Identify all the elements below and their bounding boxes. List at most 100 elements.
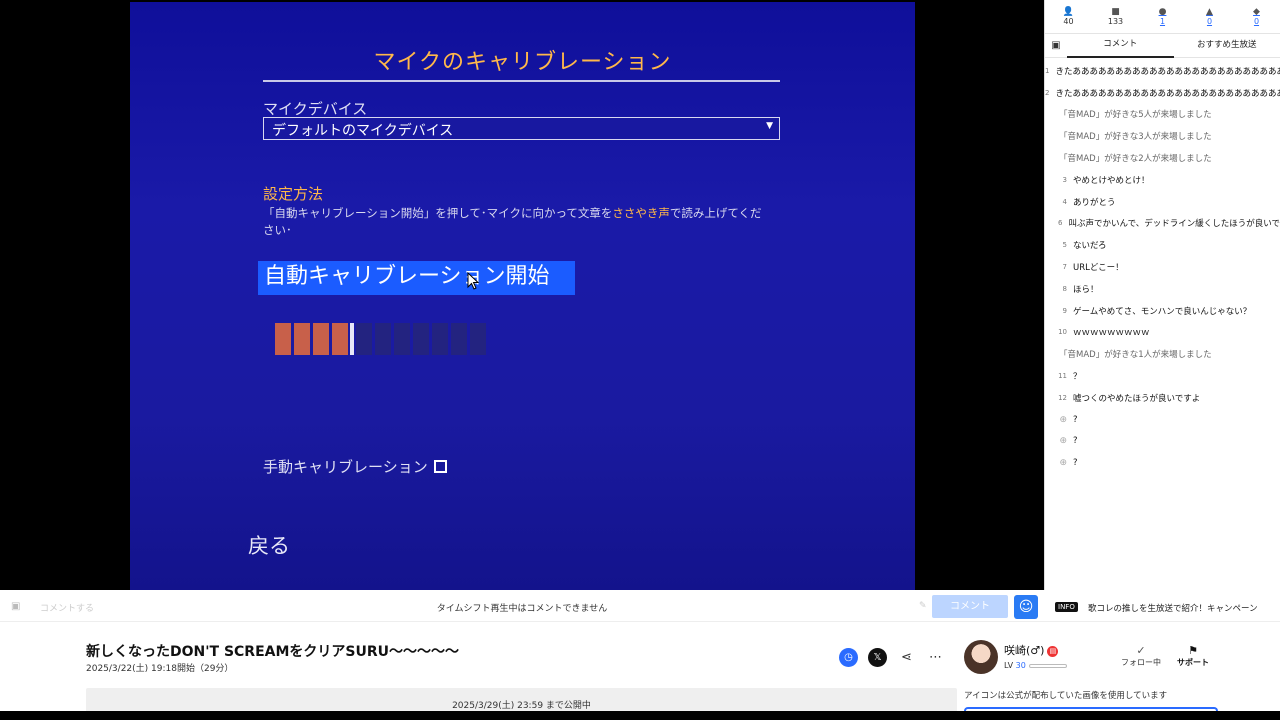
mic-device-select[interactable]: デフォルトのマイクデバイス ▼ <box>263 117 780 140</box>
support-button[interactable]: ⚑ サポート <box>1172 644 1214 668</box>
flag-icon: ⚑ <box>1188 644 1198 657</box>
chat-icon: ▣ <box>1051 40 1061 51</box>
game-screen: マイクのキャリブレーション マイクデバイス デフォルトのマイクデバイス ▼ 設定… <box>130 2 915 590</box>
comment-text: ？ <box>1073 372 1082 383</box>
system-message[interactable]: 「音MAD」が好きな3人が来場しました <box>1045 125 1280 147</box>
emoji-icon[interactable]: ☺ <box>1014 595 1038 619</box>
avatar[interactable] <box>964 640 998 674</box>
meter-segment <box>451 323 467 355</box>
comment-number: 3 <box>1062 175 1067 184</box>
comment-panel: 👤 40 ■ 133 ● 1 ▲ 0 ◆ 0 ▣ コメント おすすめ生放送 1 きたああああああああ… <box>1044 0 1280 590</box>
comment-text: ないだろ <box>1073 241 1107 252</box>
info-bar[interactable]: INFO 歌コレの推しを生放送で紹介！キャンペーン <box>1044 590 1280 622</box>
timeshift-notice: タイムシフト再生中はコメントできません <box>436 604 608 614</box>
method-desc-text: 「自動キャリブレーション開始」を押して･マイクに向かって文章を <box>263 206 613 220</box>
info-text[interactable]: 歌コレの推しを生放送で紹介！キャンペーン <box>1088 602 1258 614</box>
program-actions: ◷ 𝕏 ⋖ ⋯ <box>839 648 945 667</box>
stat-ad[interactable]: ▲ 0 <box>1186 0 1233 33</box>
user-name-text: 咲崎(♂) <box>1004 644 1045 657</box>
tab-comments[interactable]: コメント <box>1067 33 1174 58</box>
comment-list[interactable]: 1 きたあああああああああああああああああああああああああ 2 きたあああああああああ… <box>1045 58 1280 474</box>
chevron-down-icon: ▼ <box>766 121 773 131</box>
comment-text: ほら！ <box>1073 284 1099 295</box>
auto-calibration-button[interactable]: 自動キャリブレーション開始 <box>258 261 575 295</box>
follow-button[interactable]: ✓ フォロー中 <box>1119 644 1163 668</box>
comment-row[interactable]: 5 ないだろ <box>1045 234 1280 256</box>
meter-segment <box>470 323 486 355</box>
more-icon[interactable]: ⋯ <box>926 648 945 667</box>
manual-calibration-label: 手動キャリブレーション <box>263 458 428 476</box>
comment-number: 12 <box>1058 393 1067 402</box>
back-button[interactable]: 戻る <box>248 530 290 560</box>
comment-row[interactable]: 8 ほら！ <box>1045 278 1280 300</box>
share-icon[interactable]: ⋖ <box>897 648 916 667</box>
method-desc-highlight: ささやき声 <box>612 206 670 220</box>
meter-segment <box>394 323 410 355</box>
meter-segment <box>275 323 291 355</box>
manual-calibration-checkbox[interactable] <box>433 460 447 473</box>
comment-row[interactable]: 10 ｗｗｗｗｗｗｗｗｗ <box>1045 322 1280 344</box>
stat-comment-count: ■ 133 <box>1092 0 1139 33</box>
program-date: 2025/3/22(土) 19:18開始（29分） <box>86 664 234 674</box>
stat-value: 0 <box>1253 17 1260 26</box>
comment-text: 嘘つくのやめたほうが良いですよ <box>1073 393 1201 404</box>
comment-count-icon: ■ <box>1111 7 1120 17</box>
comment-row[interactable]: 4 ありがとう <box>1045 191 1280 213</box>
x-share-icon[interactable]: 𝕏 <box>868 648 887 667</box>
mic-device-label: マイクデバイス <box>263 100 368 118</box>
check-icon: ✓ <box>1136 644 1146 657</box>
comment-row[interactable]: 9 ゲームやめてさ、モンハンで良いんじゃない？ <box>1045 300 1280 322</box>
comment-number: 5 <box>1062 241 1067 250</box>
video-player[interactable]: マイクのキャリブレーション マイクデバイス デフォルトのマイクデバイス ▼ 設定… <box>0 0 1044 590</box>
stat-timeshift[interactable]: ● 1 <box>1139 0 1186 33</box>
timeshift-icon: ● <box>1158 7 1167 17</box>
comment-row[interactable]: ⊕? <box>1045 409 1280 431</box>
comment-row[interactable]: 2 きたあああああああああああああああああああああああああ <box>1045 82 1280 104</box>
ad-icon: ▲ <box>1206 7 1213 17</box>
program-title: 新しくなったDON'T SCREAMをクリアSURU〜〜〜〜〜 <box>86 644 460 660</box>
comment-number: 10 <box>1058 328 1067 337</box>
meter-segment <box>294 323 310 355</box>
comment-row[interactable]: 12 嘘つくのやめたほうが良いですよ <box>1045 387 1280 409</box>
comment-text: 「音MAD」が好きな2人が来場しました <box>1059 154 1212 165</box>
comment-text: ｗｗｗｗｗｗｗｗｗ <box>1073 328 1150 339</box>
viewer-icon: 👤 <box>1062 7 1075 17</box>
calibration-title: マイクのキャリブレーション <box>373 50 672 75</box>
level-progress-bar <box>1029 664 1067 668</box>
comment-row[interactable]: ⊕? <box>1045 431 1280 453</box>
system-message[interactable]: 「音MAD」が好きな2人が来場しました <box>1045 147 1280 169</box>
comment-row[interactable]: 3 やめとけやめとけ！ <box>1045 169 1280 191</box>
gift-icon: ◆ <box>1253 7 1260 17</box>
tab-recommended[interactable]: おすすめ生放送 <box>1174 34 1280 57</box>
comment-text: ゲームやめてさ、モンハンで良いんじゃない？ <box>1073 306 1252 317</box>
comment-row[interactable]: 11 ？ <box>1045 365 1280 387</box>
system-message[interactable]: 「音MAD」が好きな1人が来場しました <box>1045 343 1280 365</box>
stat-value: 40 <box>1063 17 1074 26</box>
format-icon: ✎ <box>919 601 927 611</box>
comment-row[interactable]: ⊕? <box>1045 452 1280 474</box>
comment-send-button[interactable]: コメント <box>932 595 1008 618</box>
comment-text: 叫ぶ声でかいんで、デッドライン緩くしたほうが良いで <box>1068 219 1280 230</box>
comment-text: やめとけやめとけ！ <box>1073 175 1150 186</box>
support-label: サポート <box>1177 658 1209 667</box>
meter-segment <box>432 323 448 355</box>
comment-number: 11 <box>1058 372 1067 381</box>
comment-text: 「音MAD」が好きな1人が来場しました <box>1059 350 1212 361</box>
mic-level-meter <box>275 323 486 355</box>
comment-text: 「音MAD」が好きな5人が来場しました <box>1059 110 1212 121</box>
stat-gift[interactable]: ◆ 0 <box>1233 0 1280 33</box>
system-message[interactable]: 「音MAD」が好きな5人が来場しました <box>1045 104 1280 126</box>
zoom-icon: ⊕ <box>1059 458 1067 469</box>
comment-number: 8 <box>1062 284 1067 293</box>
comment-row[interactable]: 6 叫ぶ声でかいんで、デッドライン緩くしたほうが良いで <box>1045 213 1280 235</box>
user-name[interactable]: 咲崎(♂) ▤ <box>1004 642 1059 658</box>
comment-row[interactable]: 1 きたあああああああああああああああああああああああああ <box>1045 60 1280 82</box>
follow-label: フォロー中 <box>1121 658 1161 667</box>
meter-segment <box>356 323 372 355</box>
manual-calibration[interactable]: 手動キャリブレーション <box>263 456 447 477</box>
comment-row[interactable]: 7 URLどこー！ <box>1045 256 1280 278</box>
page: マイクのキャリブレーション マイクデバイス デフォルトのマイクデバイス ▼ 設定… <box>0 0 1280 720</box>
comment-text: ? <box>1073 436 1078 447</box>
mic-device-value: デフォルトのマイクデバイス <box>272 123 454 139</box>
timeshift-clock-icon[interactable]: ◷ <box>839 648 858 667</box>
